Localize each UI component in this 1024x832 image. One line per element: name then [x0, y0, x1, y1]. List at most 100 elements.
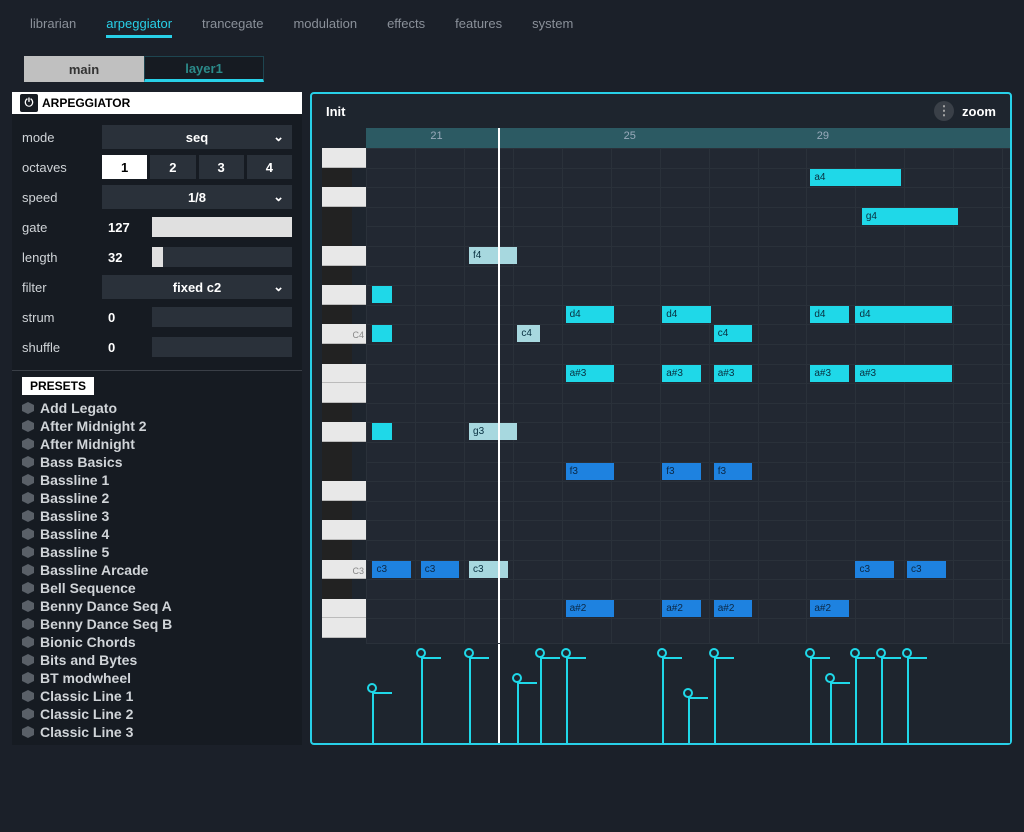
speed-dropdown[interactable]: 1/8⌄	[102, 185, 292, 209]
length-slider[interactable]	[152, 247, 292, 267]
preset-item[interactable]: Add Legato	[22, 399, 292, 417]
note[interactable]: a#2	[566, 600, 614, 617]
note[interactable]: c3	[907, 561, 946, 578]
nav-features[interactable]: features	[455, 12, 502, 38]
preset-item[interactable]: Classic Line 3	[22, 723, 292, 741]
nav-system[interactable]: system	[532, 12, 573, 38]
note[interactable]: a#2	[810, 600, 849, 617]
velocity-stem[interactable]	[907, 658, 909, 743]
velocity-stem[interactable]	[421, 658, 423, 743]
note[interactable]: d4	[810, 306, 849, 323]
preset-item[interactable]: Bell Sequence	[22, 579, 292, 597]
velocity-stem[interactable]	[372, 693, 374, 743]
zoom-button[interactable]: ⋮ zoom	[934, 101, 996, 121]
note[interactable]: a#3	[662, 365, 701, 382]
nav-modulation[interactable]: modulation	[293, 12, 357, 38]
black-key[interactable]	[322, 462, 352, 482]
black-key[interactable]	[322, 344, 352, 364]
black-key[interactable]	[322, 207, 352, 227]
preset-item[interactable]: Bassline 1	[22, 471, 292, 489]
note[interactable]: f4	[469, 247, 517, 264]
white-key[interactable]	[322, 422, 366, 442]
preset-item[interactable]: After Midnight	[22, 435, 292, 453]
white-key[interactable]	[322, 148, 366, 168]
black-key[interactable]	[322, 540, 352, 560]
preset-item[interactable]: After Midnight 2	[22, 417, 292, 435]
note[interactable]: c3	[372, 561, 411, 578]
preset-item[interactable]: Bassline 4	[22, 525, 292, 543]
note[interactable]: c3	[855, 561, 894, 578]
velocity-stem[interactable]	[688, 698, 690, 743]
note[interactable]: g3	[469, 423, 517, 440]
black-key[interactable]	[322, 579, 352, 599]
note[interactable]: a#3	[566, 365, 614, 382]
preset-item[interactable]: Benny Dance Seq B	[22, 615, 292, 633]
white-key[interactable]	[322, 187, 366, 207]
preset-item[interactable]: Bits and Bytes	[22, 651, 292, 669]
nav-trancegate[interactable]: trancegate	[202, 12, 263, 38]
white-key[interactable]	[322, 364, 366, 384]
white-key[interactable]	[322, 618, 366, 638]
velocity-stem[interactable]	[540, 658, 542, 743]
white-key[interactable]	[322, 246, 366, 266]
note[interactable]: c3	[469, 561, 508, 578]
preset-item[interactable]: Classic Line 1	[22, 687, 292, 705]
note[interactable]: f3	[566, 463, 614, 480]
timeline-ruler[interactable]: 212529	[366, 128, 1010, 148]
black-key[interactable]	[322, 442, 352, 462]
note[interactable]: g4	[862, 208, 959, 225]
preset-item[interactable]: Classic Line 2	[22, 705, 292, 723]
white-key[interactable]	[322, 383, 366, 403]
octave-1[interactable]: 1	[102, 155, 147, 179]
strum-slider[interactable]	[152, 307, 292, 327]
octave-2[interactable]: 2	[150, 155, 195, 179]
filter-dropdown[interactable]: fixed c2⌄	[102, 275, 292, 299]
preset-item[interactable]: BT modwheel	[22, 669, 292, 687]
note[interactable]: a#3	[714, 365, 753, 382]
preset-item[interactable]: Bionic Chords	[22, 633, 292, 651]
note[interactable]: c4	[517, 325, 540, 342]
black-key[interactable]	[322, 403, 352, 423]
preset-item[interactable]: Bassline 2	[22, 489, 292, 507]
white-key[interactable]	[322, 285, 366, 305]
nav-effects[interactable]: effects	[387, 12, 425, 38]
white-key[interactable]	[322, 481, 366, 501]
velocity-stem[interactable]	[469, 658, 471, 743]
subtab-main[interactable]: main	[24, 56, 144, 82]
menu-icon[interactable]: ⋮	[934, 101, 954, 121]
octave-3[interactable]: 3	[199, 155, 244, 179]
black-key[interactable]	[322, 226, 352, 246]
velocity-stem[interactable]	[714, 658, 716, 743]
gate-slider[interactable]	[152, 217, 292, 237]
velocity-stem[interactable]	[810, 658, 812, 743]
black-key[interactable]	[322, 168, 352, 188]
shuffle-slider[interactable]	[152, 337, 292, 357]
note[interactable]: d4	[662, 306, 710, 323]
velocity-stem[interactable]	[517, 683, 519, 743]
note[interactable]: c4	[714, 325, 753, 342]
note[interactable]: a#3	[810, 365, 849, 382]
note[interactable]: f3	[714, 463, 753, 480]
note-grid[interactable]: a4g4f4d4d4d4d4c4c4a#3a#3a#3a#3a#3g3f3f3f…	[366, 148, 1010, 643]
note[interactable]: c3	[421, 561, 460, 578]
velocity-stem[interactable]	[830, 683, 832, 743]
preset-item[interactable]: Bassline 3	[22, 507, 292, 525]
note[interactable]	[372, 286, 391, 303]
note[interactable]: d4	[566, 306, 614, 323]
note[interactable]: a#2	[714, 600, 753, 617]
subtab-layer1[interactable]: layer1	[144, 56, 264, 82]
black-key[interactable]	[322, 501, 352, 521]
note[interactable]: f3	[662, 463, 701, 480]
velocity-stem[interactable]	[881, 658, 883, 743]
power-icon[interactable]: ⏻	[20, 94, 38, 112]
note[interactable]: d4	[855, 306, 952, 323]
playhead[interactable]	[498, 148, 500, 643]
preset-item[interactable]: Bassline Arcade	[22, 561, 292, 579]
nav-librarian[interactable]: librarian	[30, 12, 76, 38]
velocity-stem[interactable]	[855, 658, 857, 743]
preset-item[interactable]: Benny Dance Seq A	[22, 597, 292, 615]
note[interactable]	[372, 325, 391, 342]
velocity-strip[interactable]	[366, 643, 1010, 743]
black-key[interactable]	[322, 266, 352, 286]
note[interactable]: a4	[810, 169, 900, 186]
